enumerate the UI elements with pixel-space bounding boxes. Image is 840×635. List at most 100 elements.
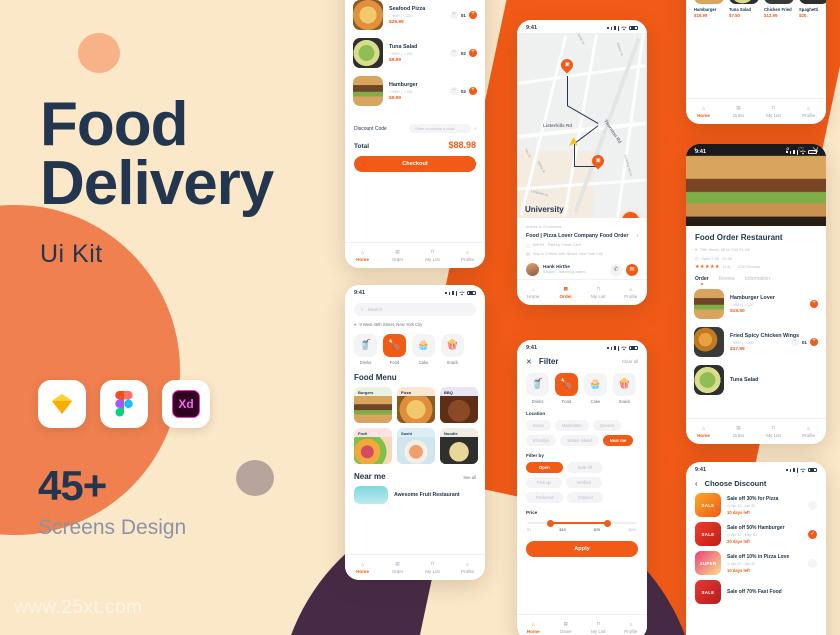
list-item[interactable]: SALE Sale off 30% for Pizza ◷ Apr 10 - A… <box>686 488 826 517</box>
list-item[interactable]: Pizza <box>397 387 435 423</box>
bottom-tabbar[interactable]: ⌂ Home ▤ Order ⊓ My List ☺ Profile <box>345 554 485 580</box>
tab-profile[interactable]: ☺ Profile <box>450 562 485 574</box>
list-item[interactable]: Hamburger $15.99 <box>694 0 724 18</box>
category-drinks[interactable]: 🥤 Drinks <box>526 373 549 404</box>
increment-button[interactable]: + <box>469 49 477 57</box>
chip-sale-off[interactable]: Sale off <box>566 462 603 473</box>
tab-order[interactable]: ▤ Order <box>380 561 415 574</box>
tab-profile[interactable]: ☺ Profile <box>791 426 826 438</box>
checkout-button[interactable]: Checkout <box>354 156 476 172</box>
delivery-address[interactable]: ⌖ 9 West 46th Street, New York City <box>345 316 485 327</box>
slider-knob-low[interactable] <box>546 519 554 527</box>
category-drinks[interactable]: 🥤 Drinks <box>354 334 377 365</box>
price-range-slider[interactable]: $1 $10 $70 $99+ <box>517 515 647 532</box>
category-snack[interactable]: 🍿 Snack <box>613 373 636 404</box>
tab-order[interactable]: ▤ Order <box>721 105 756 118</box>
tab-profile[interactable]: ☺ Profile <box>450 250 485 262</box>
bottom-tabbar[interactable]: ⌂ Home ▤ Order ⊓ My List ☺ Profile <box>517 279 647 305</box>
tab-profile[interactable]: ☺ Profile <box>791 106 826 118</box>
tab-home[interactable]: ⌂ Home <box>517 287 550 299</box>
chip-bronx[interactable]: Bronx <box>526 420 551 431</box>
location-chips[interactable]: Bronx Manhattan Queens Brooklyn Staten I… <box>517 416 647 446</box>
table-row[interactable]: Hamburger ♡999+ | ♧220 $9.99 − 02 + <box>345 72 485 110</box>
tab-order[interactable]: ▤ Order <box>550 621 583 634</box>
clear-all-button[interactable]: Clear all <box>622 359 638 364</box>
table-row[interactable]: Tuna Salad ♡999+ | ♧220 $9.99 − 02 + <box>345 34 485 72</box>
chip-manhattan[interactable]: Manhattan <box>554 420 589 431</box>
decrement-button[interactable]: − <box>449 49 458 57</box>
add-item-button[interactable]: + <box>810 300 818 308</box>
tab-mylist[interactable]: ⊓ My List <box>415 249 450 262</box>
phone-icon[interactable]: ✆ <box>610 263 622 276</box>
tab-mylist[interactable]: ⊓ My List <box>756 105 791 118</box>
quantity-stepper[interactable]: − 02 + <box>449 49 477 57</box>
category-food[interactable]: 🍗 Food <box>555 373 578 404</box>
chevron-left-icon[interactable]: ‹ <box>695 479 698 488</box>
slider-track[interactable] <box>527 519 637 527</box>
discount-radio[interactable] <box>808 500 817 510</box>
quantity-stepper[interactable]: − 02 + <box>449 87 477 95</box>
bottom-tabbar[interactable]: ⌂ Home ▤ Order ⊓ My List ☺ Profile <box>345 242 485 268</box>
tab-mylist[interactable]: ⊓ My List <box>415 561 450 574</box>
tab-home[interactable]: ⌂ Home <box>345 250 380 262</box>
bottom-tabbar[interactable]: ⌂ Home ▤ Order ⊓ My List ☺ Profile <box>686 98 826 124</box>
quantity-stepper[interactable]: − 01 + <box>790 338 818 346</box>
apply-button[interactable]: Apply <box>526 541 638 557</box>
quantity-stepper[interactable]: − 01 + <box>449 11 477 19</box>
search-input[interactable]: ⌕ Search <box>354 303 476 316</box>
chip-staten-island[interactable]: Staten Island <box>560 435 599 446</box>
bottom-tabbar[interactable]: ⌂ Home ▤ Order ⊓ My List ☺ Profile <box>686 418 826 444</box>
increment-button[interactable]: + <box>469 87 477 95</box>
chip-preferred[interactable]: Preferred <box>526 492 564 503</box>
table-row[interactable]: Hamburger Lover ♡999+ | ♧120 $15.50 + <box>686 285 826 323</box>
list-item[interactable]: Noodle <box>440 428 478 464</box>
tab-profile[interactable]: ☺ Profile <box>615 287 648 299</box>
category-row[interactable]: 🥤 Drinks 🍗 Food 🧁 Cake 🍿 Snack <box>345 327 485 365</box>
chip-queens[interactable]: Queens <box>592 420 622 431</box>
chip-near-me[interactable]: Near me <box>602 435 634 446</box>
discount-radio-selected[interactable]: ✓ <box>808 529 817 539</box>
list-item[interactable]: SUPER Sale off 10% in Pizza Love ◷ Apr 1… <box>686 546 826 575</box>
discount-code-row[interactable]: Discount Code Enter or choose a code › <box>345 120 485 137</box>
tab-home[interactable]: ⌂ Home <box>345 562 380 574</box>
see-all-link[interactable]: See all <box>463 475 476 480</box>
list-item[interactable]: SALE Sale off 70% Fast Food <box>686 575 826 604</box>
list-item[interactable]: Awesome Fruit Restaurant <box>345 481 485 504</box>
chip-verified[interactable]: Verified <box>565 477 602 488</box>
discount-code-input[interactable]: Enter or choose a code <box>409 124 472 133</box>
decrement-button[interactable]: − <box>449 11 458 19</box>
tab-review[interactable]: Review <box>719 276 735 282</box>
list-item[interactable]: Burgers <box>354 387 392 423</box>
tab-information[interactable]: Information <box>745 276 770 282</box>
bottom-tabbar[interactable]: ⌂ Home ▤ Order ⊓ My List ☺ Profile <box>517 614 647 635</box>
tab-mylist[interactable]: ⊓ My List <box>582 286 615 299</box>
category-cake[interactable]: 🧁 Cake <box>584 373 607 404</box>
close-icon[interactable]: ✕ <box>526 358 532 366</box>
decrement-button[interactable]: − <box>449 87 458 95</box>
list-item[interactable]: SALE Sale off 50% Hamburger ◷ Apr 10 - M… <box>686 517 826 546</box>
list-item[interactable]: Chicken Fried $12.99 <box>764 0 794 18</box>
locate-icon[interactable]: ◎ <box>622 212 639 218</box>
filterby-chips[interactable]: Open Sale off Pick up Verified Preferred… <box>517 458 647 503</box>
category-food[interactable]: 🍗 Food <box>383 334 406 365</box>
slider-knob-high[interactable] <box>604 519 611 527</box>
decrement-button[interactable]: − <box>790 338 799 346</box>
tab-profile[interactable]: ☺ Profile <box>615 622 648 634</box>
increment-button[interactable]: + <box>469 11 477 19</box>
list-item[interactable]: Spaghetti $20. <box>799 0 826 18</box>
tab-order[interactable]: ▤ Order <box>550 286 583 299</box>
table-row[interactable]: Fried Spicy Chicken Wings ♡999+ | ♧200 $… <box>686 323 826 361</box>
filter-category-row[interactable]: 🥤 Drinks 🍗 Food 🧁 Cake 🍿 Snack <box>517 366 647 404</box>
tab-order[interactable]: ▤ Order <box>721 425 756 438</box>
list-item[interactable]: Sushi <box>397 428 435 464</box>
tab-order[interactable]: Order <box>695 276 709 285</box>
tab-home[interactable]: ⌂ Home <box>686 106 721 118</box>
tab-mylist[interactable]: ⊓ My List <box>756 425 791 438</box>
detail-tabs[interactable]: Order Review Information <box>686 270 826 285</box>
discount-radio[interactable] <box>808 558 817 568</box>
list-item[interactable]: Tuna Salad $7.50 <box>729 0 759 18</box>
increment-button[interactable]: + <box>810 338 818 346</box>
tab-order[interactable]: ▤ Order <box>380 249 415 262</box>
tab-home[interactable]: ⌂ Home <box>686 426 721 438</box>
map-view[interactable]: Smith St Ashton St Listerhills Rd Thornt… <box>517 33 647 218</box>
